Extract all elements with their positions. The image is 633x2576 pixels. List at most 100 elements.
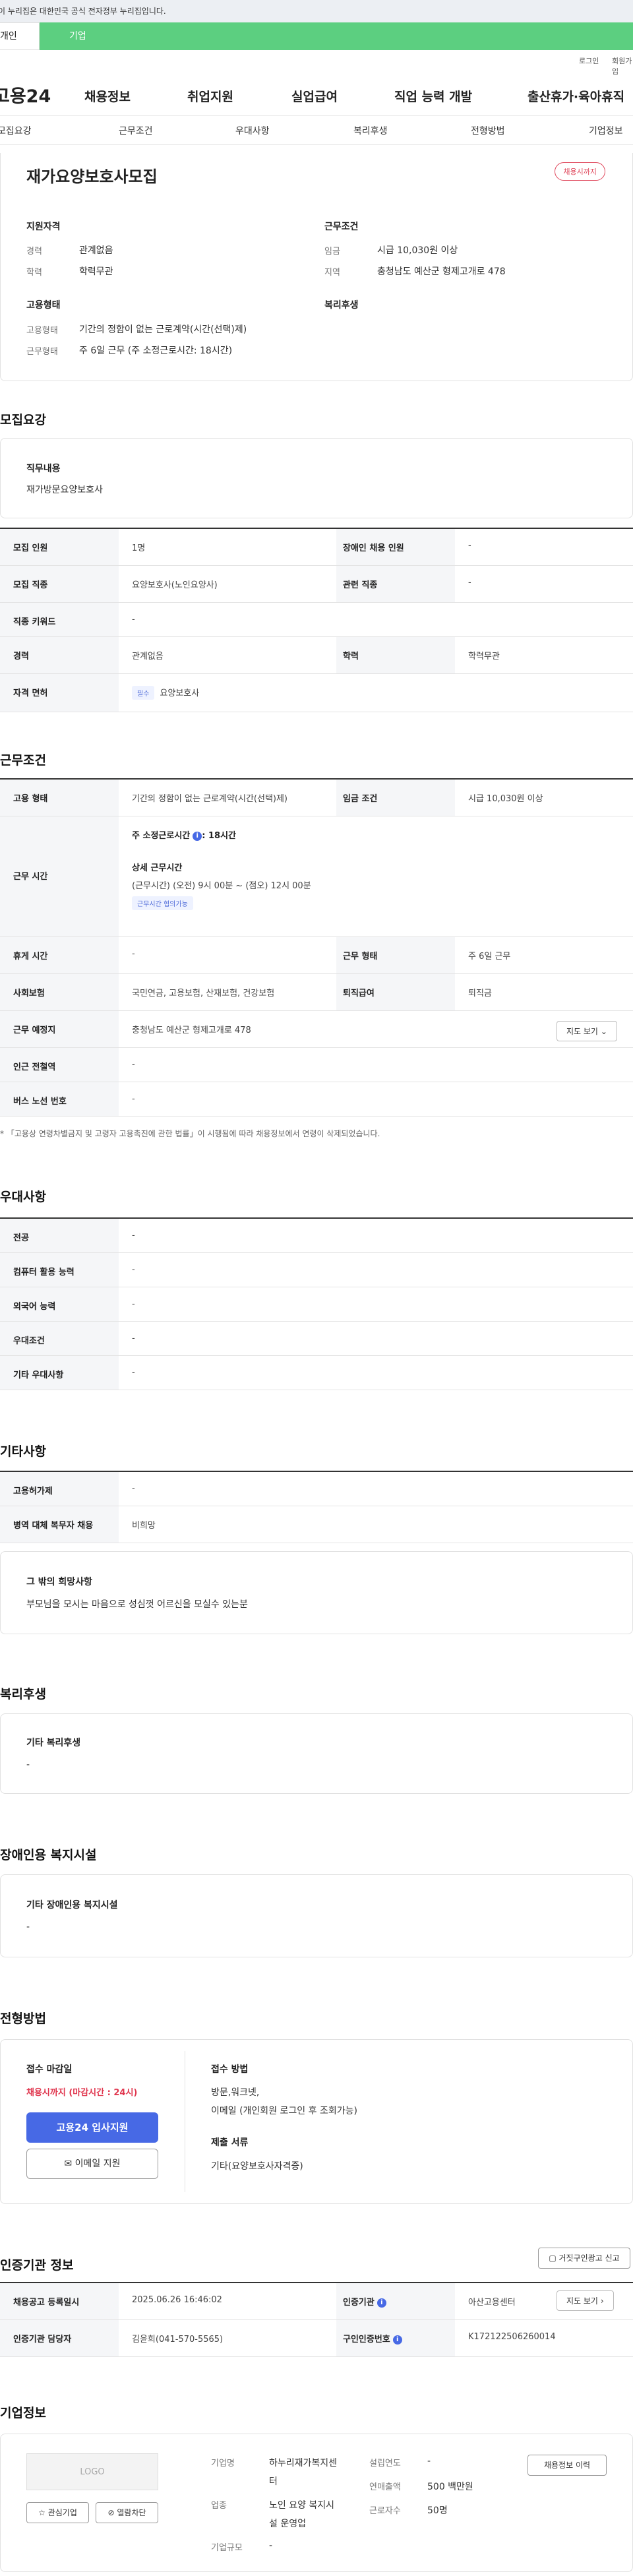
etc-section-title: 기타사항	[0, 1444, 46, 1459]
block-company-button[interactable]: ⊘ 열람차단	[96, 2502, 158, 2523]
report-label: 거짓구인광고 신고	[558, 2254, 620, 2263]
emp-title: 고용형태	[26, 300, 61, 311]
subnav-pref[interactable]: 우대사항	[235, 124, 270, 137]
table-row: 휴게 시간 - 근무 형태 주 6일 근무	[0, 937, 633, 974]
deadline-badge: 채용시까지	[555, 162, 605, 181]
table-row: 사회보험 국민연금, 고용보험, 산재보험, 건강보험 퇴직급여 퇴직금	[0, 974, 633, 1011]
table-cell: -	[132, 1299, 135, 1309]
table-row: 고용 형태 기간의 정함이 없는 근로계약(시간(선택)제) 임금 조건 시급 …	[0, 780, 633, 816]
founded-label: 설립연도	[369, 2459, 401, 2469]
negotiable-pill: 근무시간 협의가능	[132, 896, 193, 910]
table-header: 인근 전철역	[0, 1048, 119, 1082]
gnb-menu-benefit[interactable]: 실업급여	[291, 87, 338, 105]
company-name-label: 기업명	[211, 2459, 235, 2469]
welfare-card	[0, 1713, 633, 1794]
subnav-selection[interactable]: 전형방법	[471, 124, 505, 137]
gnb-menu-leave[interactable]: 출산휴가·육아휴직	[528, 87, 624, 105]
cond-label: 지역	[324, 268, 340, 278]
subnav-work[interactable]: 근무조건	[119, 124, 153, 137]
table-cell: K172122506260014	[468, 2332, 556, 2342]
weekly-hours-label: 주 소정근로시간	[132, 831, 191, 841]
company-name-value: 터	[269, 2476, 278, 2487]
disabled-card-title: 기타 장애인용 복지시설	[26, 1900, 118, 1911]
company-section-title: 기업정보	[0, 2406, 46, 2420]
selection-section-title: 전형방법	[0, 2011, 46, 2026]
work-table: 고용 형태 기간의 정함이 없는 근로계약(시간(선택)제) 임금 조건 시급 …	[0, 778, 633, 1117]
qual-value: 학력무관	[79, 266, 113, 277]
favorite-company-button[interactable]: ☆ 관심기업	[26, 2502, 89, 2523]
table-row: 인증기관 담당자 김윤희(041-570-5565) 구인인증번호 i K1721…	[0, 2320, 633, 2357]
chevron-right-icon: ›	[600, 2296, 604, 2306]
global-nav: 고용24 채용정보 취업지원 실업급여 직업 능력 개발 출산휴가·육아휴직	[0, 70, 633, 116]
employees-value: 50명	[427, 2505, 448, 2516]
industry-label: 업종	[211, 2501, 227, 2511]
welfare-card-title: 기타 복리후생	[26, 1738, 81, 1748]
tab-personal[interactable]: 개인	[0, 22, 40, 50]
table-cell: -	[132, 1094, 135, 1104]
info-icon[interactable]: i	[392, 2335, 402, 2345]
sales-label: 연매출액	[369, 2482, 401, 2492]
table-row: 기타 우대사항 -	[0, 1356, 633, 1390]
gnb-menu-training[interactable]: 직업 능력 개발	[394, 87, 472, 105]
table-header: 고용 형태	[0, 780, 119, 816]
detail-hours-title: 상세 근무시간	[132, 863, 183, 873]
table-row: 모집 직종 요양보호사(노인요양사) 관련 직종 -	[0, 566, 633, 603]
gnb-menu-jobs[interactable]: 채용정보	[84, 87, 131, 105]
table-row: 전공 -	[0, 1219, 633, 1253]
table-header: 직종 키워드	[0, 603, 119, 636]
cert-org-label: 인증기관	[343, 2298, 375, 2308]
subnav-welfare[interactable]: 복리후생	[353, 124, 388, 137]
table-cell: 주 소정근로시간 i: 18시간 상세 근무시간 (근무시간) (오전) 9시 0…	[119, 816, 633, 936]
table-cell: 학력무관	[468, 652, 500, 661]
report-fake-ad-button[interactable]: ▢ 거짓구인광고 신고	[538, 2248, 630, 2269]
company-name-value: 하누리재가복지센	[269, 2458, 338, 2469]
job-history-button[interactable]: 채용정보 이력	[528, 2455, 607, 2476]
deadline-title: 접수 마감일	[26, 2064, 73, 2075]
method-text: 방문,워크넷,	[211, 2087, 260, 2098]
table-cell: 필수 요양보호사	[119, 674, 633, 712]
welfare-card-text: -	[26, 1760, 30, 1770]
gnb-menu-support[interactable]: 취업지원	[187, 87, 233, 105]
qual-title: 지원자격	[26, 222, 61, 232]
table-cell: -	[132, 1334, 135, 1343]
cond-label: 임금	[324, 247, 340, 257]
welfare-section-title: 복리후생	[0, 1687, 46, 1702]
login-link[interactable]: 로그인	[579, 55, 599, 66]
table-cell: 관계없음	[132, 652, 164, 661]
company-size-label: 기업규모	[211, 2543, 243, 2553]
map-button-label: 지도 보기	[566, 2296, 598, 2306]
table-row: 채용공고 등록일시 2025.06.26 16:46:02 인증기관 i 아산고용…	[0, 2283, 633, 2320]
site-logo[interactable]: 고용24	[0, 82, 51, 107]
info-icon[interactable]: i	[193, 831, 202, 841]
table-cell: 충청남도 예산군 형제고개로 478	[132, 1026, 251, 1035]
table-row: 근무 시간 주 소정근로시간 i: 18시간 상세 근무시간 (근무시간) (오전…	[0, 816, 633, 937]
subnav-recruit[interactable]: 모집요강	[0, 124, 32, 137]
subnav-company[interactable]: 기업정보	[589, 124, 623, 137]
block-label: 열람차단	[117, 2508, 146, 2517]
info-icon[interactable]: i	[377, 2298, 386, 2308]
mail-icon: ✉	[64, 2159, 73, 2169]
job-title: 재가요양보호사모집	[26, 168, 158, 186]
table-row: 자격 면허 필수 요양보호사	[0, 674, 633, 712]
emp-value: 기간의 정함이 없는 근로계약(시간(선택)제)	[79, 324, 247, 335]
industry-value: 노인 요양 복지시	[269, 2500, 335, 2511]
table-row: 모집 인원 1명 장애인 채용 인원 -	[0, 529, 633, 566]
table-row: 버스 노선 번호 -	[0, 1082, 633, 1117]
map-button-label: 지도 보기	[566, 1027, 598, 1036]
map-button[interactable]: 지도 보기 ⌄	[557, 1021, 617, 1041]
table-cell: -	[132, 1265, 135, 1275]
table-header: 근무 형태	[336, 937, 455, 973]
cert-map-button[interactable]: 지도 보기 ›	[557, 2290, 614, 2311]
table-header: 경력	[0, 637, 119, 673]
table-header: 학력	[336, 637, 455, 673]
apply-button[interactable]: 고용24 입사지원	[26, 2112, 158, 2143]
email-apply-button[interactable]: ✉ 이메일 지원	[26, 2149, 158, 2179]
table-header: 근무 시간	[0, 816, 119, 936]
tab-company[interactable]: 기업	[40, 22, 633, 50]
block-icon: ⊘	[107, 2508, 115, 2517]
qual-label: 경력	[26, 247, 42, 257]
table-cell: 요양보호사(노인요양사)	[132, 580, 218, 590]
table-cell: -	[132, 949, 135, 959]
table-header: 임금 조건	[336, 780, 455, 816]
table-cell: -	[468, 541, 471, 551]
